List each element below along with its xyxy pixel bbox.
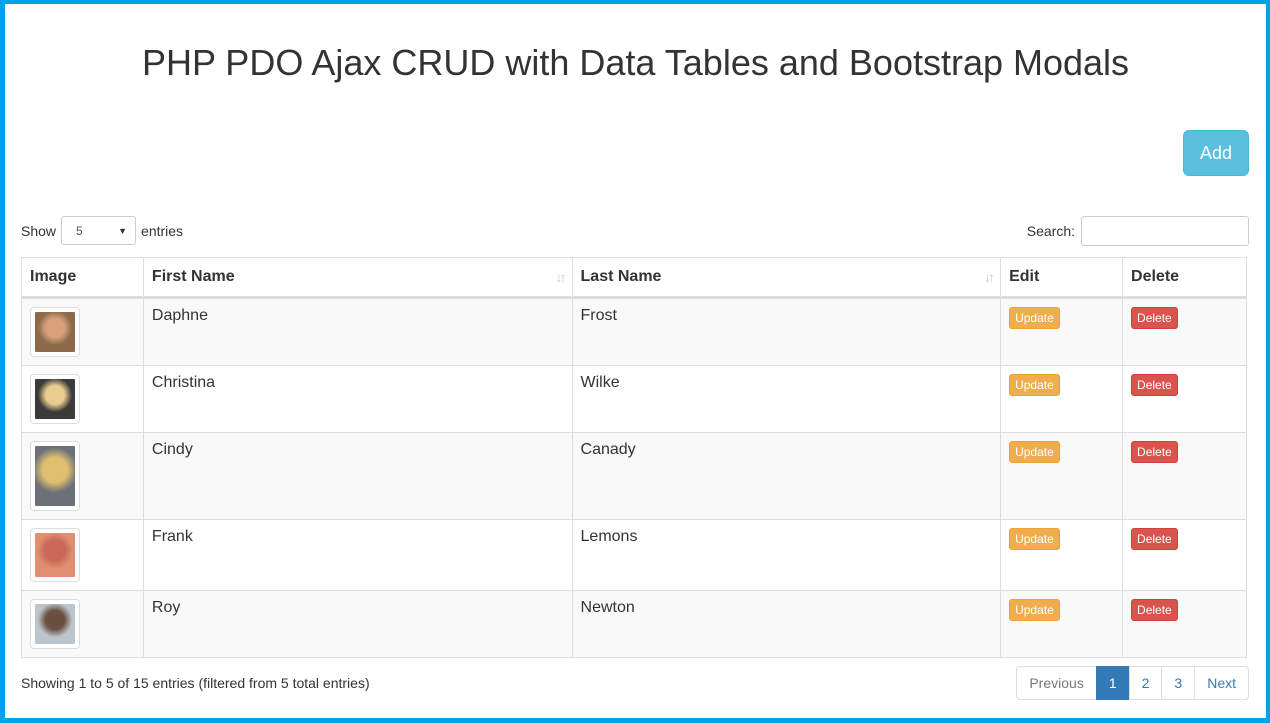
column-header-label: First Name (151, 268, 235, 285)
column-header-label: Delete (1131, 268, 1180, 285)
last-name-cell: Newton (571, 590, 1002, 658)
delete-cell: Delete (1122, 590, 1247, 658)
table-row: Daphne Frost Update Delete (21, 297, 1247, 366)
table-row: Christina Wilke Update Delete (21, 365, 1247, 433)
pagination-page-3[interactable]: 3 (1161, 666, 1196, 700)
column-header-last-name[interactable]: Last Name ↓↑ (571, 257, 1002, 299)
pagination-page-1[interactable]: 1 (1095, 666, 1130, 700)
image-cell (21, 365, 144, 433)
table-row: Roy Newton Update Delete (21, 590, 1247, 658)
delete-button[interactable]: Delete (1131, 374, 1178, 396)
sort-icon[interactable]: ↓↑ (984, 269, 995, 285)
pagination-next[interactable]: Next (1194, 666, 1249, 700)
avatar (30, 307, 80, 357)
update-button[interactable]: Update (1009, 599, 1060, 621)
page-title: PHP PDO Ajax CRUD with Data Tables and B… (141, 42, 1130, 83)
entries-per-page-select[interactable]: 5 ▼ (61, 216, 137, 245)
first-name-cell: Christina (142, 365, 573, 433)
column-header-label: Edit (1009, 268, 1040, 285)
avatar-photo (35, 379, 75, 419)
edit-cell: Update (1000, 297, 1124, 366)
edit-cell: Update (1000, 519, 1124, 591)
delete-cell: Delete (1122, 519, 1247, 591)
avatar (30, 599, 80, 649)
delete-button[interactable]: Delete (1131, 528, 1178, 550)
last-name-cell: Canady (571, 432, 1002, 520)
table-info: Showing 1 to 5 of 15 entries (filtered f… (21, 675, 370, 691)
delete-cell: Delete (1122, 432, 1247, 520)
search-input[interactable] (1081, 216, 1249, 246)
first-name-cell: Cindy (142, 432, 573, 520)
update-button[interactable]: Update (1009, 307, 1060, 329)
avatar (30, 374, 80, 424)
table-row: Frank Lemons Update Delete (21, 519, 1247, 591)
entries-per-page-value: 5 (76, 223, 83, 238)
avatar-photo (35, 604, 75, 644)
avatar (30, 528, 80, 582)
users-table: Image First Name ↓↑ Last Name ↓↑ Edit Dele… (21, 257, 1247, 658)
column-header-image: Image (21, 257, 144, 299)
show-label: Show (21, 222, 57, 239)
edit-cell: Update (1000, 432, 1124, 520)
avatar-photo (35, 446, 75, 506)
avatar-photo (35, 312, 75, 352)
last-name-cell: Wilke (571, 365, 1002, 433)
table-header-row: Image First Name ↓↑ Last Name ↓↑ Edit Dele… (21, 257, 1247, 299)
delete-button[interactable]: Delete (1131, 441, 1178, 463)
chevron-down-icon: ▼ (118, 225, 128, 236)
image-cell (21, 432, 144, 520)
update-button[interactable]: Update (1009, 528, 1060, 550)
entries-label: entries (141, 222, 184, 239)
first-name-cell: Frank (142, 519, 573, 591)
add-button[interactable]: Add (1183, 130, 1249, 176)
first-name-cell: Roy (142, 590, 573, 658)
delete-button[interactable]: Delete (1131, 307, 1178, 329)
search-label: Search: (1026, 223, 1075, 239)
column-header-edit: Edit (1000, 257, 1124, 299)
first-name-cell: Daphne (142, 297, 573, 366)
column-header-delete: Delete (1122, 257, 1247, 299)
column-header-first-name[interactable]: First Name ↓↑ (142, 257, 573, 299)
image-cell (21, 297, 144, 366)
avatar-photo (35, 533, 75, 577)
sort-icon[interactable]: ↓↑ (556, 269, 567, 285)
column-header-label: Last Name (580, 268, 662, 285)
update-button[interactable]: Update (1009, 374, 1060, 396)
column-header-label: Image (30, 268, 77, 285)
image-cell (21, 519, 144, 591)
pagination-previous[interactable]: Previous (1016, 666, 1097, 700)
delete-button[interactable]: Delete (1131, 599, 1178, 621)
length-control: Show 5 ▼ entries (21, 216, 183, 245)
edit-cell: Update (1000, 590, 1124, 658)
pagination: Previous 1 2 3 Next (1016, 666, 1249, 700)
delete-cell: Delete (1122, 297, 1247, 366)
search-control: Search: (1027, 216, 1249, 246)
update-button[interactable]: Update (1009, 441, 1060, 463)
page-frame: PHP PDO Ajax CRUD with Data Tables and B… (5, 4, 1266, 718)
last-name-cell: Lemons (571, 519, 1002, 591)
avatar (30, 441, 80, 511)
edit-cell: Update (1000, 365, 1124, 433)
image-cell (21, 590, 144, 658)
table-row: Cindy Canady Update Delete (21, 432, 1247, 520)
last-name-cell: Frost (571, 297, 1002, 366)
pagination-page-2[interactable]: 2 (1128, 666, 1163, 700)
delete-cell: Delete (1122, 365, 1247, 433)
